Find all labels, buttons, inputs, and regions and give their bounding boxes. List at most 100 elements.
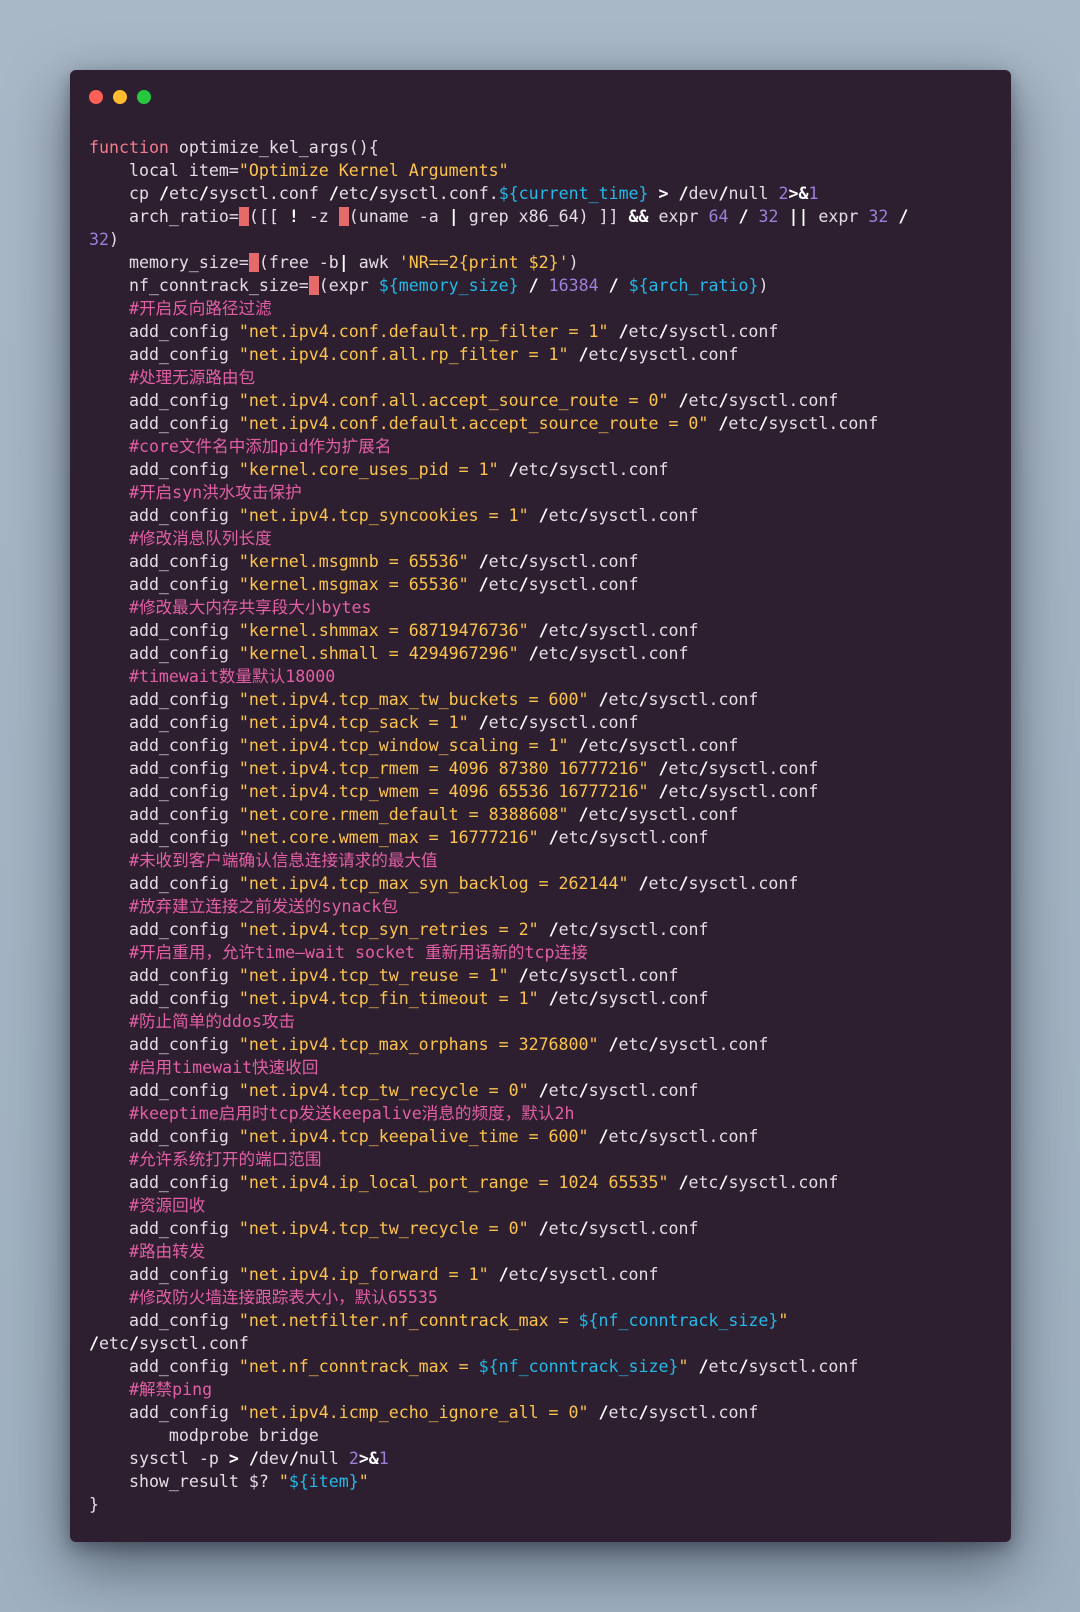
code-token: add_config bbox=[89, 1035, 239, 1054]
code-token: / bbox=[498, 1265, 509, 1284]
code-line: memory_size=$(free -b| awk 'NR==2{print … bbox=[89, 251, 908, 274]
code-line: add_config "net.ipv4.tcp_tw_recycle = 0"… bbox=[89, 1217, 908, 1240]
code-token: sysctl -p bbox=[89, 1449, 229, 1468]
code-token: / bbox=[578, 621, 589, 640]
code-line: add_config "net.ipv4.conf.all.rp_filter … bbox=[89, 343, 908, 366]
code-token: sysctl.conf bbox=[138, 1334, 249, 1353]
code-token: dev bbox=[688, 184, 719, 203]
code-token: "Optimize Kernel Arguments" bbox=[238, 161, 509, 180]
code-line: show_result $? "${item}" bbox=[89, 1470, 908, 1493]
code-token: sysctl.conf bbox=[668, 322, 779, 341]
code-token: 64 bbox=[708, 207, 729, 226]
code-token: add_config bbox=[89, 713, 239, 732]
code-token: / bbox=[558, 966, 569, 985]
code-token: sysctl.conf bbox=[628, 345, 739, 364]
code-token: etc bbox=[538, 644, 569, 663]
code-token: add_config bbox=[89, 759, 239, 778]
code-token: / bbox=[578, 1081, 589, 1100]
close-window-button[interactable] bbox=[89, 90, 103, 104]
code-token: add_config bbox=[89, 621, 239, 640]
code-token: $ bbox=[238, 207, 249, 226]
code-token: local item= bbox=[89, 161, 239, 180]
code-line: add_config "net.ipv4.tcp_sack = 1" /etc/… bbox=[89, 711, 908, 734]
code-token: expr bbox=[648, 207, 709, 226]
code-line: #未收到客户端确认信息连接请求的最大值 bbox=[89, 849, 908, 872]
code-token: memory_size= bbox=[89, 253, 249, 272]
code-token: nf_conntrack_size= bbox=[89, 276, 309, 295]
code-line: nf_conntrack_size=$(expr ${memory_size} … bbox=[89, 274, 908, 297]
code-line: #开启syn洪水攻击保护 bbox=[89, 481, 908, 504]
code-token: sysctl.conf bbox=[648, 1403, 759, 1422]
code-token: "net.ipv4.tcp_tw_recycle = 0" bbox=[238, 1219, 529, 1238]
code-line: modprobe bridge bbox=[89, 1424, 908, 1447]
code-token: / bbox=[718, 1173, 729, 1192]
code-token: sysctl.conf bbox=[558, 460, 669, 479]
code-token: / bbox=[578, 736, 589, 755]
code-line: #修改消息队列长度 bbox=[89, 527, 908, 550]
code-token: / bbox=[198, 184, 209, 203]
code-token: add_config bbox=[89, 828, 239, 847]
code-line: #修改防火墙连接跟踪表大小，默认65535 bbox=[89, 1286, 908, 1309]
maximize-window-button[interactable] bbox=[137, 90, 151, 104]
code-token: / bbox=[618, 805, 629, 824]
code-token: / bbox=[578, 805, 589, 824]
code-token: #未收到客户端确认信息连接请求的最大值 bbox=[89, 851, 438, 870]
code-token: 2 bbox=[348, 1449, 359, 1468]
code-token: #启用timewait快速收回 bbox=[89, 1058, 319, 1077]
code-token: function bbox=[89, 138, 169, 157]
minimize-window-button[interactable] bbox=[113, 90, 127, 104]
code-token: ${memory_size} bbox=[378, 276, 519, 295]
code-token: / bbox=[518, 966, 529, 985]
code-token: / bbox=[618, 322, 629, 341]
code-line: #keeptime启用时tcp发送keepalive消息的频度，默认2h bbox=[89, 1102, 908, 1125]
code-token: add_config bbox=[89, 989, 239, 1008]
code-line: local item="Optimize Kernel Arguments" bbox=[89, 159, 908, 182]
code-line: #开启反向路径过滤 bbox=[89, 297, 908, 320]
code-token: / bbox=[578, 345, 589, 364]
code-token: (uname -a bbox=[348, 207, 449, 226]
code-token: #资源回收 bbox=[89, 1196, 206, 1215]
window-controls bbox=[89, 90, 151, 104]
code-line: add_config "net.ipv4.tcp_tw_recycle = 0"… bbox=[89, 1079, 908, 1102]
code-token: etc bbox=[558, 989, 589, 1008]
code-token: / bbox=[618, 736, 629, 755]
code-line: add_config "net.ipv4.tcp_syncookies = 1"… bbox=[89, 504, 908, 527]
code-line: add_config "net.netfilter.nf_conntrack_m… bbox=[89, 1309, 908, 1332]
code-token: sysctl.conf bbox=[208, 184, 329, 203]
code-token: / bbox=[478, 713, 489, 732]
code-token: >& bbox=[788, 184, 809, 203]
code-line: add_config "net.ipv4.conf.default.rp_fil… bbox=[89, 320, 908, 343]
code-token: -z bbox=[298, 207, 339, 226]
code-token: / bbox=[678, 184, 689, 203]
code-token: / bbox=[578, 506, 589, 525]
code-line: add_config "net.ipv4.tcp_syn_retries = 2… bbox=[89, 918, 908, 941]
code-token: 1 bbox=[808, 184, 819, 203]
code-token: etc bbox=[608, 1127, 639, 1146]
code-token: "kernel.msgmax = 65536" bbox=[238, 575, 469, 594]
code-token: #路由转发 bbox=[89, 1242, 206, 1261]
code-token: (free -b bbox=[258, 253, 339, 272]
code-token: "net.nf_conntrack_max = bbox=[238, 1357, 479, 1376]
code-token: sysctl.conf bbox=[578, 644, 689, 663]
code-line: add_config "kernel.shmmax = 68719476736"… bbox=[89, 619, 908, 642]
code-token: add_config bbox=[89, 966, 239, 985]
code-token: add_config bbox=[89, 690, 239, 709]
code-line: #开启重用，允许time—wait socket 重新用语新的tcp连接 bbox=[89, 941, 908, 964]
code-token: / bbox=[538, 621, 549, 640]
code-line: add_config "kernel.core_uses_pid = 1" /e… bbox=[89, 458, 908, 481]
code-line: add_config "net.ipv4.tcp_rmem = 4096 873… bbox=[89, 757, 908, 780]
code-token: #开启反向路径过滤 bbox=[89, 299, 272, 318]
code-token: / bbox=[548, 828, 559, 847]
code-token: / bbox=[608, 276, 619, 295]
code-token: etc bbox=[588, 736, 619, 755]
